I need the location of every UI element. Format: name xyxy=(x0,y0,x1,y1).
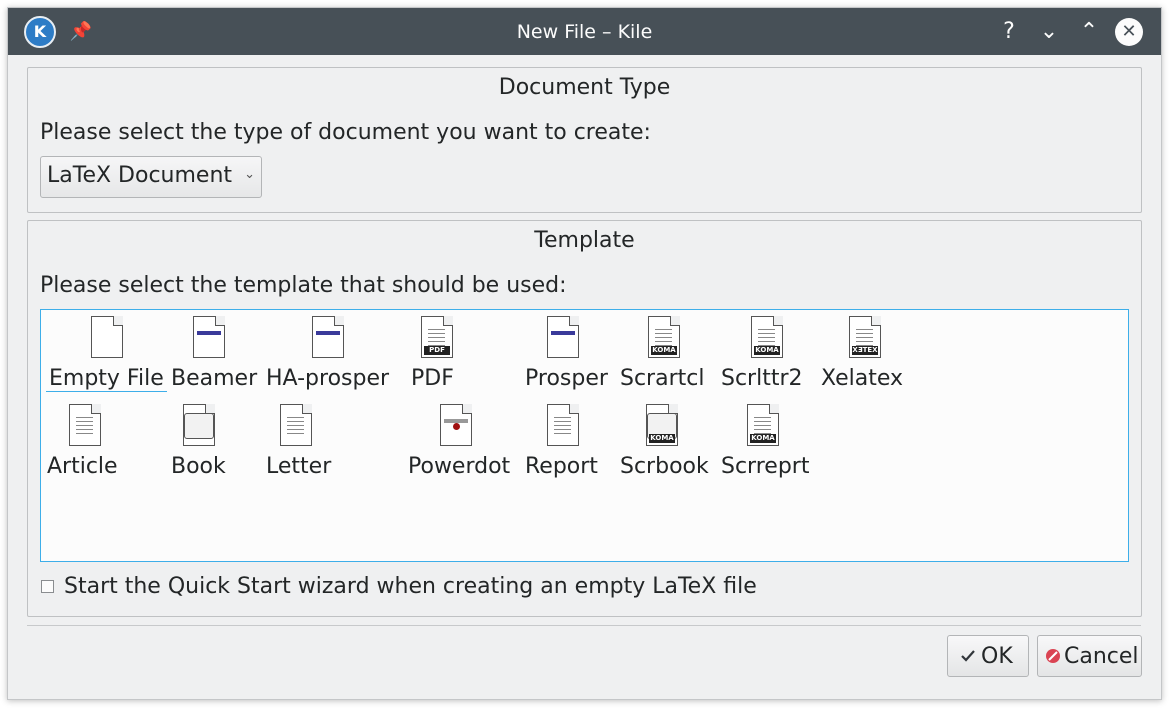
template-item[interactable]: Beamer xyxy=(171,312,281,396)
badge-label: KOMA xyxy=(651,346,677,355)
template-item[interactable]: KOMA Scrbook xyxy=(620,400,730,484)
badge-label: KOMA xyxy=(649,434,675,443)
badge-label: XƎTEX xyxy=(852,346,878,355)
document-type-select[interactable]: LaTeX Document ⌄ xyxy=(40,156,262,198)
powerdot-slide-icon xyxy=(440,404,472,446)
cancel-button[interactable]: Cancel xyxy=(1037,635,1142,677)
article-document-icon xyxy=(69,404,101,446)
button-separator xyxy=(27,625,1141,626)
template-item-label: Book xyxy=(171,454,226,479)
minimize-button[interactable]: ⌄ xyxy=(1034,17,1064,47)
new-file-dialog: K 📌 New File – Kile ? ⌄ ⌃ ✕ Document Typ… xyxy=(7,7,1162,700)
koma-article-icon: KOMA xyxy=(648,316,680,358)
koma-book-icon: KOMA xyxy=(646,404,678,446)
cancel-label: Cancel xyxy=(1064,644,1139,669)
template-item-label: Article xyxy=(47,454,118,479)
template-item[interactable]: XƎTEX Xelatex xyxy=(821,312,931,396)
help-button[interactable]: ? xyxy=(994,17,1024,47)
template-item-label: Beamer xyxy=(171,366,258,391)
badge-label: KOMA xyxy=(750,434,776,443)
template-item-label: Report xyxy=(525,454,598,479)
template-list[interactable]: Empty File Beamer HA-prosper PDF PDF Prosper K… xyxy=(40,309,1129,562)
blank-document-icon xyxy=(91,316,123,358)
template-item-label: Scrlttr2 xyxy=(721,366,803,391)
template-item-label: Powerdot xyxy=(408,454,511,479)
report-document-icon xyxy=(547,404,579,446)
template-item-label: Scrreprt xyxy=(721,454,810,479)
template-item-label: Letter xyxy=(266,454,332,479)
template-item[interactable]: KOMA Scrlttr2 xyxy=(721,312,831,396)
badge-label: KOMA xyxy=(754,346,780,355)
template-item[interactable]: PDF PDF xyxy=(411,312,521,396)
document-type-title: Document Type xyxy=(498,75,671,100)
template-item[interactable]: Empty File xyxy=(46,312,167,396)
title-bar[interactable]: K 📌 New File – Kile ? ⌄ ⌃ ✕ xyxy=(8,8,1161,55)
window-title: New File – Kile xyxy=(516,21,653,43)
quick-start-checkbox[interactable] xyxy=(41,580,54,593)
quick-start-label[interactable]: Start the Quick Start wizard when creati… xyxy=(64,574,757,599)
template-item[interactable]: Letter xyxy=(266,400,376,484)
checkmark-icon xyxy=(961,650,975,662)
prosper-slide-icon xyxy=(547,316,579,358)
template-group: Template Please select the template that… xyxy=(27,220,1142,617)
template-item-label: Xelatex xyxy=(821,366,904,391)
document-type-value: LaTeX Document xyxy=(47,163,233,188)
template-title: Template xyxy=(534,228,635,253)
template-item[interactable]: KOMA Scrreprt xyxy=(721,400,831,484)
template-item-label: Empty File xyxy=(46,366,167,392)
ok-label: OK xyxy=(981,644,1013,669)
template-item-label: Scrbook xyxy=(620,454,709,479)
template-item[interactable]: Article xyxy=(47,400,157,484)
template-item-label: Scrartcl xyxy=(620,366,705,391)
pdf-document-icon: PDF xyxy=(421,316,453,358)
template-item-label: PDF xyxy=(411,366,454,391)
xelatex-document-icon: XƎTEX xyxy=(849,316,881,358)
close-button[interactable]: ✕ xyxy=(1115,18,1143,46)
template-item-label: HA-prosper xyxy=(266,366,390,391)
template-item[interactable]: Powerdot xyxy=(408,400,518,484)
ha-prosper-slide-icon xyxy=(312,316,344,358)
template-item[interactable]: KOMA Scrartcl xyxy=(620,312,730,396)
koma-letter-icon: KOMA xyxy=(751,316,783,358)
beamer-slide-icon xyxy=(193,316,225,358)
template-item-label: Prosper xyxy=(525,366,608,391)
template-prompt: Please select the template that should b… xyxy=(40,273,567,298)
koma-report-icon: KOMA xyxy=(747,404,779,446)
template-item[interactable]: Report xyxy=(525,400,635,484)
letter-document-icon xyxy=(280,404,312,446)
cancel-icon xyxy=(1046,649,1060,663)
chevron-down-icon: ⌄ xyxy=(244,167,255,182)
ok-button[interactable]: OK xyxy=(947,635,1029,677)
template-item[interactable]: Book xyxy=(171,400,281,484)
template-item[interactable]: Prosper xyxy=(525,312,635,396)
document-type-prompt: Please select the type of document you w… xyxy=(40,120,651,145)
document-type-group: Document Type Please select the type of … xyxy=(27,67,1142,213)
maximize-button[interactable]: ⌃ xyxy=(1074,17,1104,47)
template-item[interactable]: HA-prosper xyxy=(266,312,389,396)
book-icon xyxy=(183,404,215,446)
badge-label: PDF xyxy=(424,346,450,355)
